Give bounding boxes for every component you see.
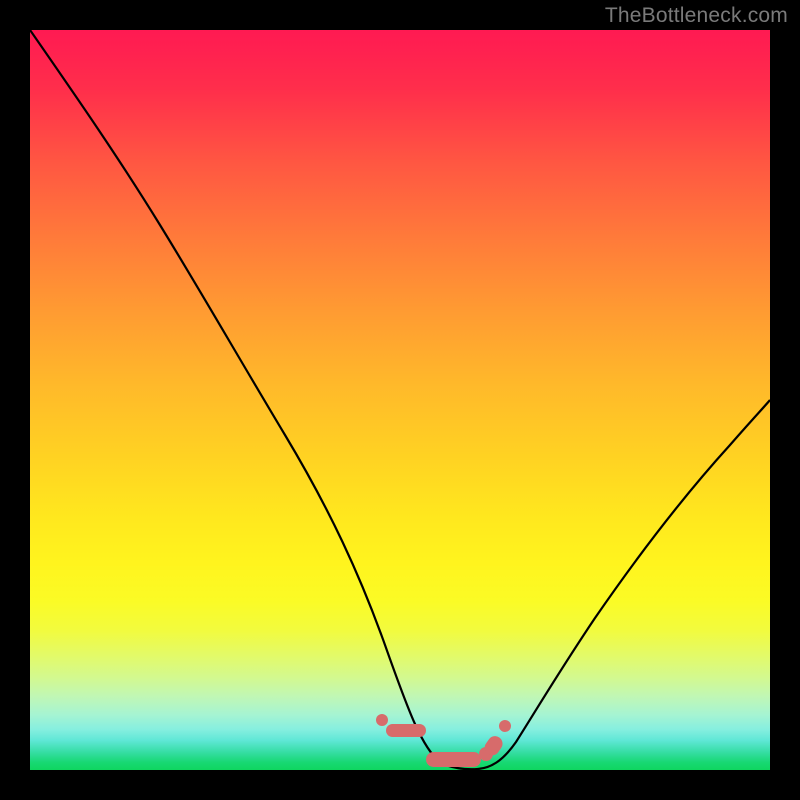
plot-area (30, 30, 770, 770)
sweet-spot-markers (376, 714, 511, 767)
chart-frame: TheBottleneck.com (0, 0, 800, 800)
curve-layer (30, 30, 770, 770)
attribution-text: TheBottleneck.com (605, 4, 788, 28)
bottleneck-curve (30, 30, 770, 769)
